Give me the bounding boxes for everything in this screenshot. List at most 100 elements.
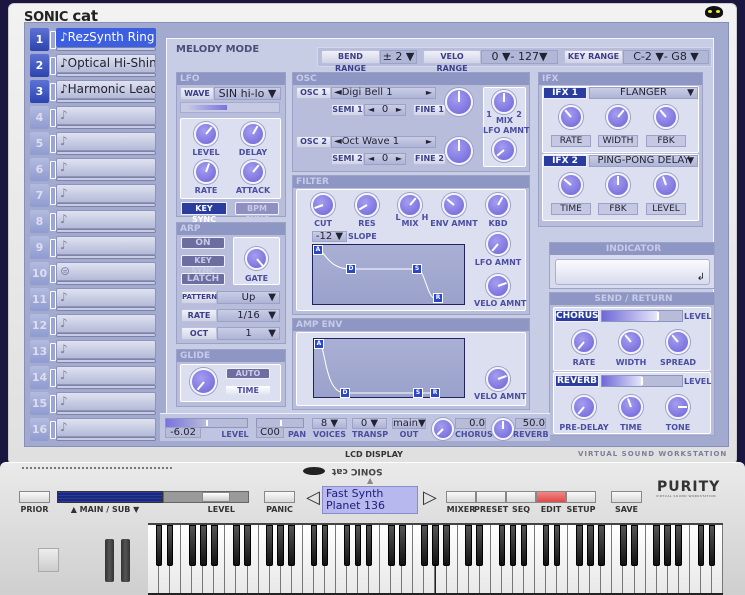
black-key[interactable] <box>421 525 428 566</box>
filter-env-node-d[interactable]: D <box>346 264 356 274</box>
part-name[interactable]: ♪ <box>56 158 156 177</box>
part-number-2[interactable]: 2 <box>30 54 49 77</box>
black-key[interactable] <box>155 525 163 566</box>
part-name[interactable]: ♪ <box>56 418 156 437</box>
prev-preset-arrow[interactable]: ◁ <box>306 489 320 507</box>
filter-env-node-r[interactable]: R <box>433 293 443 303</box>
filter-kbd-knob[interactable] <box>486 193 510 217</box>
part-name[interactable]: ♪RezSynth Ring <box>56 28 156 47</box>
black-key[interactable] <box>166 525 174 566</box>
reverb-send-knob[interactable] <box>492 418 514 440</box>
ifx2-level-knob[interactable] <box>654 173 678 197</box>
chorus-send-knob[interactable] <box>432 418 454 440</box>
part-name[interactable]: ♪ <box>56 210 156 229</box>
part-name[interactable]: ⊜ <box>56 262 156 281</box>
part-level-bar[interactable] <box>56 177 156 181</box>
filter-res-knob[interactable] <box>355 193 379 217</box>
black-key[interactable] <box>509 525 517 566</box>
black-key[interactable] <box>354 525 362 566</box>
black-key[interactable] <box>575 525 583 566</box>
black-key[interactable] <box>664 525 672 566</box>
black-key[interactable] <box>598 525 605 566</box>
part-level-bar[interactable] <box>56 125 156 129</box>
part-level-bar[interactable] <box>56 73 156 77</box>
black-key[interactable] <box>233 525 240 566</box>
part-number-3[interactable]: 3 <box>30 80 49 103</box>
ifx1-fbk-knob[interactable] <box>654 105 678 129</box>
part-number-1[interactable]: 1 <box>30 28 49 51</box>
enter-icon[interactable]: ↲ <box>697 272 705 283</box>
black-key[interactable] <box>266 525 273 566</box>
part-number-9[interactable]: 9 <box>30 236 49 259</box>
black-key[interactable] <box>708 525 716 566</box>
osc-mix-knob[interactable] <box>492 90 516 114</box>
lfo-bpm-sync-button[interactable]: BPM SYNC <box>235 202 279 224</box>
part-number-5[interactable]: 5 <box>30 132 49 155</box>
part-name[interactable]: ♪ <box>56 366 156 385</box>
lfo-rate-knob[interactable] <box>194 160 218 184</box>
black-key[interactable] <box>620 525 627 566</box>
chorus-rate-knob[interactable] <box>572 330 596 354</box>
part-level-bar[interactable] <box>56 281 156 285</box>
amp-env-node-a[interactable]: A <box>314 339 324 349</box>
filter-env-node-s[interactable]: S <box>412 264 422 274</box>
mixer-button[interactable] <box>446 491 476 503</box>
black-key[interactable] <box>542 525 550 566</box>
setup-button[interactable] <box>566 491 596 503</box>
black-key[interactable] <box>432 525 439 566</box>
black-key[interactable] <box>288 525 296 566</box>
black-key[interactable] <box>553 525 561 566</box>
part-number-15[interactable]: 15 <box>30 392 49 415</box>
black-key[interactable] <box>520 525 528 566</box>
preset-button[interactable] <box>476 491 506 503</box>
black-key[interactable] <box>321 525 329 566</box>
part-level-bar[interactable] <box>56 151 156 155</box>
black-key[interactable] <box>476 525 484 566</box>
part-level-bar[interactable] <box>56 333 156 337</box>
part-name[interactable]: ♪ <box>56 314 156 333</box>
transp-select[interactable]: 0 ▼ <box>352 418 387 429</box>
black-key[interactable] <box>675 525 683 566</box>
reverb-pre-delay-knob[interactable] <box>572 395 596 419</box>
pattern-select[interactable]: Up ▼ <box>217 291 280 304</box>
black-key[interactable] <box>387 525 395 566</box>
chorus-level-slider[interactable] <box>601 310 683 322</box>
amp-env-node-r[interactable]: R <box>430 388 440 398</box>
mod-wheel[interactable] <box>121 539 130 582</box>
oct-select[interactable]: 1 ▼ <box>217 327 280 340</box>
part-name[interactable]: ♪ <box>56 106 156 125</box>
black-key[interactable] <box>277 525 284 566</box>
part-number-10[interactable]: 10 <box>30 262 49 285</box>
part-number-13[interactable]: 13 <box>30 340 49 363</box>
ifx1-width-knob[interactable] <box>606 105 630 129</box>
black-key[interactable] <box>244 525 251 566</box>
chorus-spread-knob[interactable] <box>666 330 690 354</box>
part-name[interactable]: ♪ <box>56 184 156 203</box>
part-number-8[interactable]: 8 <box>30 210 49 233</box>
part-level-bar[interactable] <box>56 437 156 441</box>
part-level-bar[interactable] <box>56 47 156 51</box>
semi1-stepper[interactable]: ◄ 0 ► <box>364 104 406 116</box>
glide-knob[interactable] <box>190 368 217 395</box>
lfo-attack-knob[interactable] <box>241 160 265 184</box>
reverb-level-slider[interactable] <box>601 375 683 387</box>
fine1-knob[interactable] <box>445 88 473 116</box>
part-level-bar[interactable] <box>56 229 156 233</box>
osc1-wave-select[interactable]: ◄Digi Bell 1 ► <box>331 87 436 99</box>
osc-lfo-amnt-knob[interactable] <box>492 138 516 162</box>
part-name[interactable]: ♪Optical Hi-Shine <box>56 54 156 73</box>
ifx2-type-select[interactable]: PING-PONG DELAY ▼ <box>589 155 698 167</box>
arp-rate-select[interactable]: 1/16 ▼ <box>217 309 280 322</box>
ifx1-rate-knob[interactable] <box>559 105 583 129</box>
part-number-6[interactable]: 6 <box>30 158 49 181</box>
black-key[interactable] <box>310 525 318 566</box>
chorus-width-knob[interactable] <box>619 330 643 354</box>
save-button[interactable] <box>611 491 642 503</box>
part-number-14[interactable]: 14 <box>30 366 49 389</box>
filter-velo-amnt-knob[interactable] <box>486 274 510 298</box>
part-level-bar[interactable] <box>56 307 156 311</box>
black-key[interactable] <box>465 525 472 566</box>
pitch-wheel[interactable] <box>105 539 114 582</box>
ifx2-fbk-knob[interactable] <box>606 173 630 197</box>
black-key[interactable] <box>211 525 218 566</box>
